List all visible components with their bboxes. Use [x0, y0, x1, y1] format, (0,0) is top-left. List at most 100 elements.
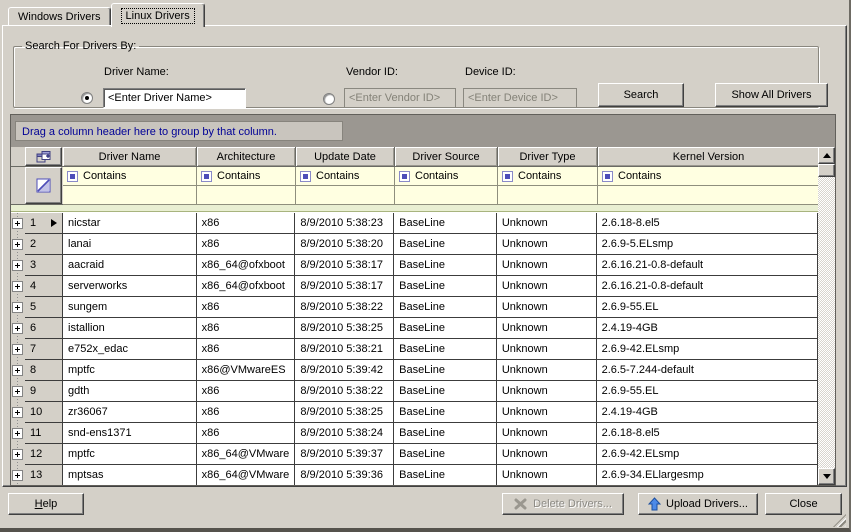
expand-button[interactable] — [12, 260, 23, 271]
row-indicator[interactable]: 4 — [25, 276, 63, 297]
row-indicator[interactable]: 1 — [25, 213, 63, 234]
driver-name-radio[interactable] — [81, 92, 93, 104]
row-indicator[interactable]: 3 — [25, 255, 63, 276]
row-indicator[interactable]: 12 — [25, 444, 63, 465]
expand-button[interactable] — [12, 218, 23, 229]
cell-driver-name: snd-ens1371 — [63, 423, 197, 444]
vendor-id-input[interactable] — [344, 88, 456, 108]
current-row-pointer-icon — [51, 219, 57, 227]
row-indicator[interactable]: 10 — [25, 402, 63, 423]
filter-edit-icon — [36, 178, 51, 193]
scroll-down-button[interactable] — [818, 468, 835, 485]
cell-update-date: 8/9/2010 5:38:22 — [295, 381, 394, 402]
column-header-driver-type[interactable]: Driver Type — [498, 147, 598, 167]
filter-input-driver-name[interactable] — [63, 186, 197, 205]
row-gutter — [11, 381, 25, 402]
expand-button[interactable] — [12, 470, 23, 481]
expand-button[interactable] — [12, 281, 23, 292]
table-row[interactable]: 11snd-ens1371x868/9/2010 5:38:24BaseLine… — [11, 423, 818, 444]
row-indicator[interactable]: 11 — [25, 423, 63, 444]
column-header-driver-name[interactable]: Driver Name — [63, 147, 197, 167]
expand-button[interactable] — [12, 428, 23, 439]
expand-button[interactable] — [12, 365, 23, 376]
cell-driver-type: Unknown — [497, 276, 597, 297]
expand-button[interactable] — [12, 344, 23, 355]
vertical-scrollbar[interactable] — [818, 147, 835, 485]
row-indicator[interactable]: 6 — [25, 318, 63, 339]
table-row[interactable]: 2lanaix868/9/2010 5:38:20BaseLineUnknown… — [11, 234, 818, 255]
upload-drivers-button[interactable]: Upload Drivers... — [638, 493, 758, 515]
filter-input-update-date[interactable] — [296, 186, 395, 205]
table-row[interactable]: 8mptfcx86@VMwareES8/9/2010 5:39:42BaseLi… — [11, 360, 818, 381]
filter-cell-driver-name[interactable]: Contains — [63, 167, 197, 186]
filter-checkbox-icon[interactable] — [67, 171, 78, 182]
delete-drivers-button[interactable]: Delete Drivers... — [502, 493, 624, 515]
resize-grip[interactable] — [833, 514, 846, 527]
expand-button[interactable] — [12, 407, 23, 418]
cell-driver-name: mptfc — [63, 444, 197, 465]
cell-driver-source: BaseLine — [394, 255, 497, 276]
help-button[interactable]: Help — [8, 493, 84, 515]
close-button[interactable]: Close — [765, 493, 842, 515]
filter-cell-driver-source[interactable]: Contains — [395, 167, 498, 186]
customize-columns-button[interactable] — [25, 147, 62, 166]
table-row[interactable]: 7e752x_edacx868/9/2010 5:38:21BaseLineUn… — [11, 339, 818, 360]
column-header-kernel-version[interactable]: Kernel Version — [598, 147, 820, 167]
column-header-architecture[interactable]: Architecture — [197, 147, 296, 167]
row-indicator[interactable]: 2 — [25, 234, 63, 255]
tab-linux-drivers[interactable]: Linux Drivers — [111, 3, 205, 27]
filter-cell-update-date[interactable]: Contains — [296, 167, 395, 186]
expand-button[interactable] — [12, 302, 23, 313]
table-row[interactable]: 5sungemx868/9/2010 5:38:22BaseLineUnknow… — [11, 297, 818, 318]
table-row[interactable]: 9gdthx868/9/2010 5:38:22BaseLineUnknown2… — [11, 381, 818, 402]
filter-cell-architecture[interactable]: Contains — [197, 167, 296, 186]
filter-icon-button[interactable] — [25, 167, 62, 204]
filter-cell-driver-type[interactable]: Contains — [498, 167, 598, 186]
row-gutter — [11, 465, 25, 485]
cell-driver-type: Unknown — [497, 213, 597, 234]
table-row[interactable]: 1nicstarx868/9/2010 5:38:23BaseLineUnkno… — [11, 213, 818, 234]
column-header-update-date[interactable]: Update Date — [296, 147, 395, 167]
filter-checkbox-icon[interactable] — [602, 171, 613, 182]
filter-checkbox-icon[interactable] — [502, 171, 513, 182]
table-row[interactable]: 3aacraidx86_64@ofxboot8/9/2010 5:38:17Ba… — [11, 255, 818, 276]
filter-checkbox-icon[interactable] — [399, 171, 410, 182]
scroll-up-button[interactable] — [818, 147, 835, 164]
filter-input-driver-type[interactable] — [498, 186, 598, 205]
expand-button[interactable] — [12, 386, 23, 397]
row-indicator[interactable]: 9 — [25, 381, 63, 402]
table-row[interactable]: 6istallionx868/9/2010 5:38:25BaseLineUnk… — [11, 318, 818, 339]
cell-update-date: 8/9/2010 5:39:37 — [295, 444, 394, 465]
expand-button[interactable] — [12, 323, 23, 334]
search-group-title: Search For Drivers By: — [22, 40, 139, 52]
row-indicator[interactable]: 8 — [25, 360, 63, 381]
row-indicator[interactable]: 5 — [25, 297, 63, 318]
table-row[interactable]: 10zr36067x868/9/2010 5:38:25BaseLineUnkn… — [11, 402, 818, 423]
table-row[interactable]: 4serverworksx86_64@ofxboot8/9/2010 5:38:… — [11, 276, 818, 297]
tab-windows-drivers[interactable]: Windows Drivers — [8, 7, 111, 25]
filter-input-architecture[interactable] — [197, 186, 296, 205]
row-indicator[interactable]: 13 — [25, 465, 63, 485]
row-gutter — [11, 339, 25, 360]
cell-kernel-version: 2.6.9-34.ELlargesmp — [597, 465, 818, 485]
row-indicator[interactable]: 7 — [25, 339, 63, 360]
group-by-panel[interactable]: Drag a column header here to group by th… — [11, 115, 835, 147]
column-header-driver-source[interactable]: Driver Source — [395, 147, 498, 167]
filter-checkbox-icon[interactable] — [201, 171, 212, 182]
search-button[interactable]: Search — [598, 83, 684, 107]
table-row[interactable]: 12mptfcx86_64@VMware8/9/2010 5:39:37Base… — [11, 444, 818, 465]
filter-input-driver-source[interactable] — [395, 186, 498, 205]
filter-cell-kernel-version[interactable]: Contains — [598, 167, 820, 186]
filter-input-kernel-version[interactable] — [598, 186, 820, 205]
expand-button[interactable] — [12, 239, 23, 250]
expand-button[interactable] — [12, 449, 23, 460]
filter-checkbox-icon[interactable] — [300, 171, 311, 182]
vendor-device-radio[interactable] — [323, 93, 335, 105]
table-row[interactable]: 13mptsasx86_64@VMware8/9/2010 5:39:36Bas… — [11, 465, 818, 485]
help-accel: H — [35, 498, 43, 510]
device-id-input[interactable] — [463, 88, 577, 108]
show-all-drivers-button[interactable]: Show All Drivers — [715, 83, 828, 107]
scrollbar-thumb[interactable] — [818, 164, 835, 177]
driver-name-input[interactable] — [103, 88, 246, 108]
cell-driver-type: Unknown — [497, 318, 597, 339]
